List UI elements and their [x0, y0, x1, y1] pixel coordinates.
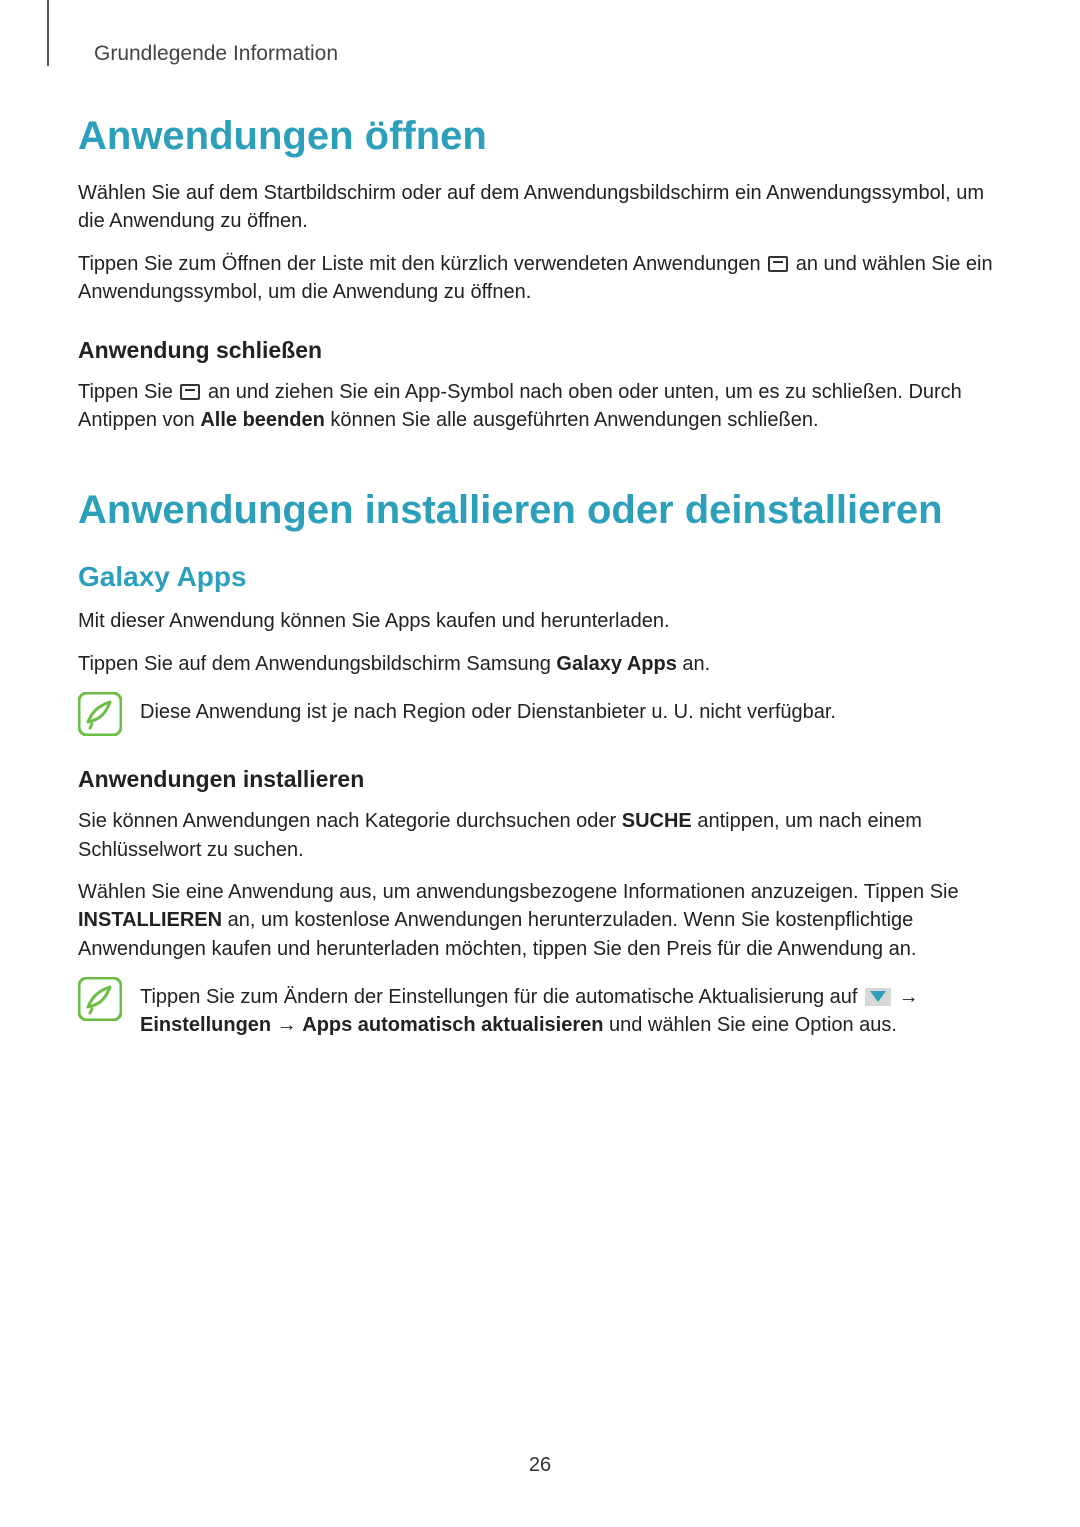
page-content: Grundlegende Information Anwendungen öff…: [0, 0, 1080, 1048]
bold-text: Galaxy Apps: [556, 653, 676, 675]
paragraph: Sie können Anwendungen nach Kategorie du…: [78, 807, 1002, 864]
note-block: Tippen Sie zum Ändern der Einstellungen …: [78, 977, 1002, 1048]
paragraph: Tippen Sie auf dem Anwendungsbildschirm …: [78, 650, 1002, 678]
heading-open-apps: Anwendungen öffnen: [78, 114, 1002, 159]
header-rule: [47, 0, 49, 66]
text: an.: [677, 653, 710, 675]
subheading-galaxy-apps: Galaxy Apps: [78, 561, 1002, 593]
heading-install-uninstall: Anwendungen installieren oder deinstalli…: [78, 488, 1002, 533]
bold-text: SUCHE: [622, 810, 692, 832]
note-icon: [78, 977, 122, 1021]
paragraph: Wählen Sie eine Anwendung aus, um anwend…: [78, 878, 1002, 963]
bold-text: Alle beenden: [200, 409, 324, 431]
paragraph: Wählen Sie auf dem Startbildschirm oder …: [78, 179, 1002, 236]
bold-text: Apps automatisch aktualisieren: [302, 1014, 603, 1036]
bold-text: Einstellungen: [140, 1014, 271, 1036]
recent-apps-icon: [180, 384, 200, 400]
note-text: Tippen Sie zum Ändern der Einstellungen …: [140, 977, 1002, 1048]
paragraph: Tippen Sie an und ziehen Sie ein App-Sym…: [78, 378, 1002, 435]
text: und wählen Sie eine Option aus.: [603, 1014, 897, 1036]
note-block: Diese Anwendung ist je nach Region oder …: [78, 692, 1002, 736]
text: Tippen Sie: [78, 381, 178, 403]
arrow-icon: →: [893, 986, 919, 1008]
text: Sie können Anwendungen nach Kategorie du…: [78, 810, 622, 832]
bold-text: INSTALLIEREN: [78, 909, 222, 931]
subheading-close-app: Anwendung schließen: [78, 337, 1002, 364]
text: →: [271, 1014, 302, 1036]
text: können Sie alle ausgeführten Anwendungen…: [325, 409, 819, 431]
recent-apps-icon: [768, 256, 788, 272]
text: Tippen Sie zum Öffnen der Liste mit den …: [78, 253, 766, 275]
text: Tippen Sie zum Ändern der Einstellungen …: [140, 986, 863, 1008]
page-number: 26: [0, 1454, 1080, 1477]
note-text: Diese Anwendung ist je nach Region oder …: [140, 692, 1002, 726]
section-label: Grundlegende Information: [94, 42, 1002, 66]
text: Wählen Sie eine Anwendung aus, um anwend…: [78, 881, 959, 903]
paragraph: Mit dieser Anwendung können Sie Apps kau…: [78, 607, 1002, 635]
subheading-install-apps: Anwendungen installieren: [78, 766, 1002, 793]
note-icon: [78, 692, 122, 736]
paragraph: Tippen Sie zum Öffnen der Liste mit den …: [78, 250, 1002, 307]
text: Tippen Sie auf dem Anwendungsbildschirm …: [78, 653, 556, 675]
dropdown-icon: [865, 988, 891, 1006]
